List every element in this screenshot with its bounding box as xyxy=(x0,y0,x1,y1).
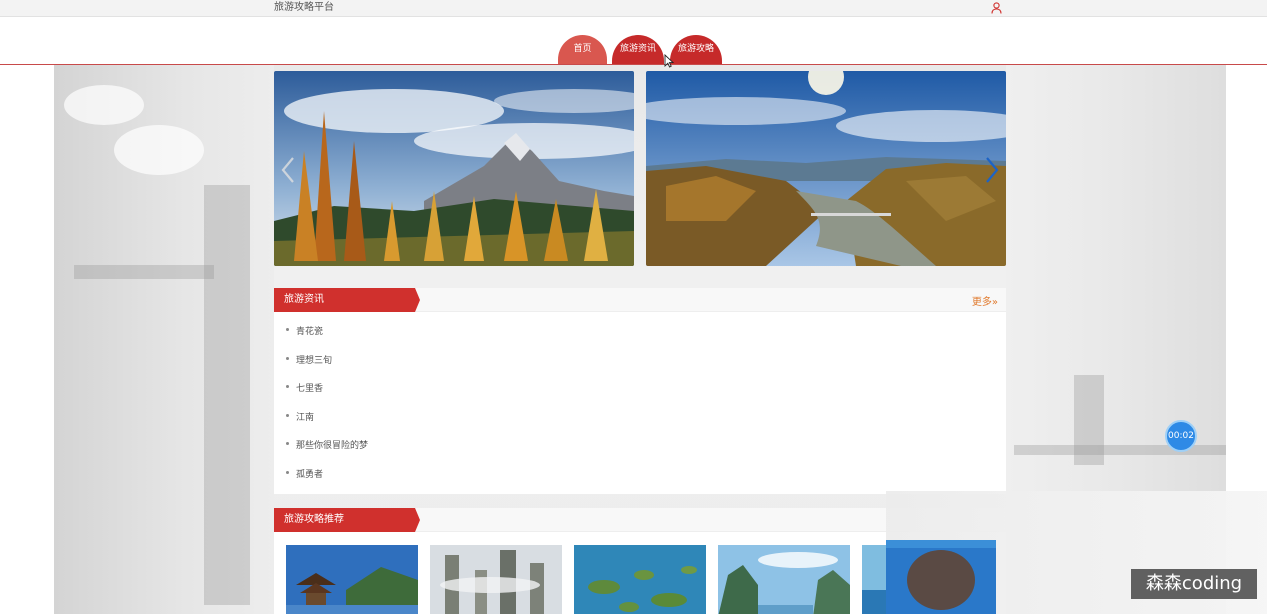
mouse-cursor-icon xyxy=(664,54,674,68)
more-label: 更多 xyxy=(971,297,992,308)
guide-card-image[interactable] xyxy=(574,545,706,614)
news-title: 那些你很冒险的梦 xyxy=(296,441,369,451)
slide-image-autumn-mountain xyxy=(274,71,634,266)
more-link[interactable]: 更多» xyxy=(972,293,998,308)
bullet-icon xyxy=(286,328,289,331)
video-preview-thumbnail xyxy=(886,540,996,614)
panel-title: 旅游资讯 xyxy=(274,288,420,312)
panel-header: 旅游资讯 更多» xyxy=(274,288,1006,312)
nav-divider xyxy=(0,64,1267,65)
guide-image-karst-pillars xyxy=(430,545,562,614)
news-list: 青花瓷 理想三旬 七里香 江南 那些你很冒险的梦 孤勇者 xyxy=(286,324,368,495)
carousel-slide[interactable] xyxy=(646,71,1006,266)
recording-timer-badge: 00:02 xyxy=(1165,420,1197,452)
guide-card-image[interactable] xyxy=(286,545,418,614)
list-item[interactable]: 理想三旬 xyxy=(286,353,368,382)
bullet-icon xyxy=(286,356,289,360)
bullet-icon xyxy=(286,470,289,474)
list-item[interactable]: 孤勇者 xyxy=(286,467,368,496)
user-icon[interactable] xyxy=(991,2,1002,14)
list-item[interactable]: 江南 xyxy=(286,410,368,439)
guide-image-pagoda xyxy=(286,545,418,614)
travel-news-panel: 旅游资讯 更多» 青花瓷 理想三旬 七里香 江南 那些你很冒险的梦 孤勇者 xyxy=(274,288,1006,494)
news-title: 孤勇者 xyxy=(296,469,324,480)
carousel-slide[interactable] xyxy=(274,71,634,266)
double-chevron-right-icon: » xyxy=(991,297,998,308)
news-title: 江南 xyxy=(296,412,315,423)
news-title: 理想三旬 xyxy=(296,355,333,366)
news-title: 青花瓷 xyxy=(296,327,324,337)
site-title: 旅游攻略平台 xyxy=(274,2,334,13)
list-item[interactable]: 青花瓷 xyxy=(286,324,368,353)
background-beam xyxy=(74,265,214,279)
list-item[interactable]: 七里香 xyxy=(286,381,368,410)
background-blossom xyxy=(64,85,144,125)
chevron-right-icon[interactable] xyxy=(984,156,1000,184)
bullet-icon xyxy=(286,413,289,417)
news-title: 七里香 xyxy=(296,384,324,394)
guide-card-image[interactable] xyxy=(430,545,562,614)
guide-card-image[interactable] xyxy=(718,545,850,614)
list-item[interactable]: 那些你很冒险的梦 xyxy=(286,438,368,467)
slide-image-river-valley xyxy=(646,71,1006,266)
chevron-left-icon[interactable] xyxy=(280,156,296,184)
watermark-label: 森森coding xyxy=(1131,569,1257,599)
panel-title: 旅游攻略推荐 xyxy=(274,508,420,532)
guide-image-karst-river xyxy=(718,545,850,614)
guide-image-island-lake xyxy=(574,545,706,614)
bullet-icon xyxy=(286,442,289,445)
background-railing xyxy=(1014,445,1226,455)
bullet-icon xyxy=(286,385,289,388)
background-blossom xyxy=(114,125,204,175)
top-bar: 旅游攻略平台 xyxy=(0,0,1267,17)
video-frame-image xyxy=(886,540,996,614)
background-pillar xyxy=(204,185,250,605)
